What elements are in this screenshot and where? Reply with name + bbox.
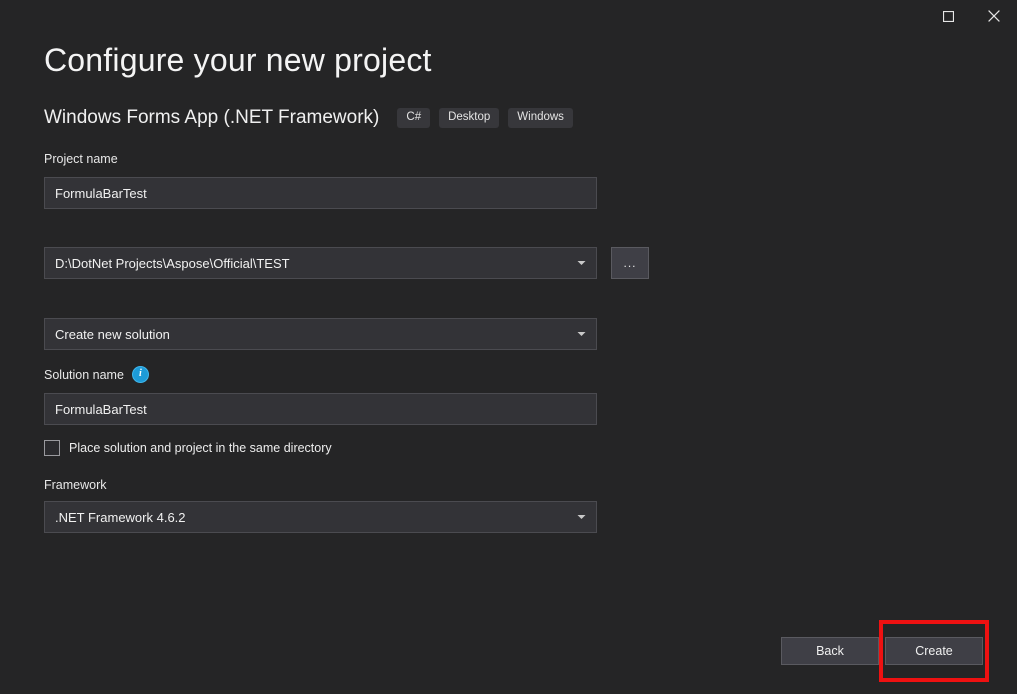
template-tags: C# Desktop Windows [397,107,573,129]
same-directory-label: Place solution and project in the same d… [69,441,332,455]
tag-os: Windows [508,107,573,129]
solution-combobox[interactable]: Create new solution [44,318,597,350]
location-combobox[interactable]: D:\DotNet Projects\Aspose\Official\TEST [44,247,597,279]
solution-name-label-row: Solution name i [44,366,149,383]
tag-platform: Desktop [439,107,500,129]
maximize-button[interactable] [925,0,971,32]
info-icon[interactable]: i [131,366,149,383]
same-directory-checkbox[interactable] [44,440,60,456]
framework-label: Framework [44,478,107,492]
same-directory-row[interactable]: Place solution and project in the same d… [44,440,332,456]
create-button[interactable]: Create [885,637,983,665]
project-name-value: FormulaBarTest [55,185,147,201]
solution-name-input[interactable]: FormulaBarTest [44,393,597,425]
solution-name-label: Solution name [44,367,124,382]
framework-combobox[interactable]: .NET Framework 4.6.2 [44,501,597,533]
template-name: Windows Forms App (.NET Framework) [44,107,380,128]
project-name-input[interactable]: FormulaBarTest [44,177,597,209]
framework-value: .NET Framework 4.6.2 [55,509,186,525]
chevron-down-icon [572,331,590,337]
tag-language: C# [397,107,431,129]
back-button[interactable]: Back [781,637,879,665]
chevron-down-icon [572,514,590,520]
template-summary: Windows Forms App (.NET Framework) C# De… [44,104,573,132]
chevron-down-icon [572,260,590,266]
project-name-label: Project name [44,152,118,166]
location-value: D:\DotNet Projects\Aspose\Official\TEST [55,255,290,271]
maximize-icon [942,10,954,22]
solution-value: Create new solution [55,326,170,342]
window-titlebar [0,0,1017,32]
solution-name-value: FormulaBarTest [55,401,147,417]
close-button[interactable] [971,0,1017,32]
browse-location-button[interactable]: ... [611,247,649,279]
close-icon [988,10,1000,22]
page-title: Configure your new project [44,42,432,78]
